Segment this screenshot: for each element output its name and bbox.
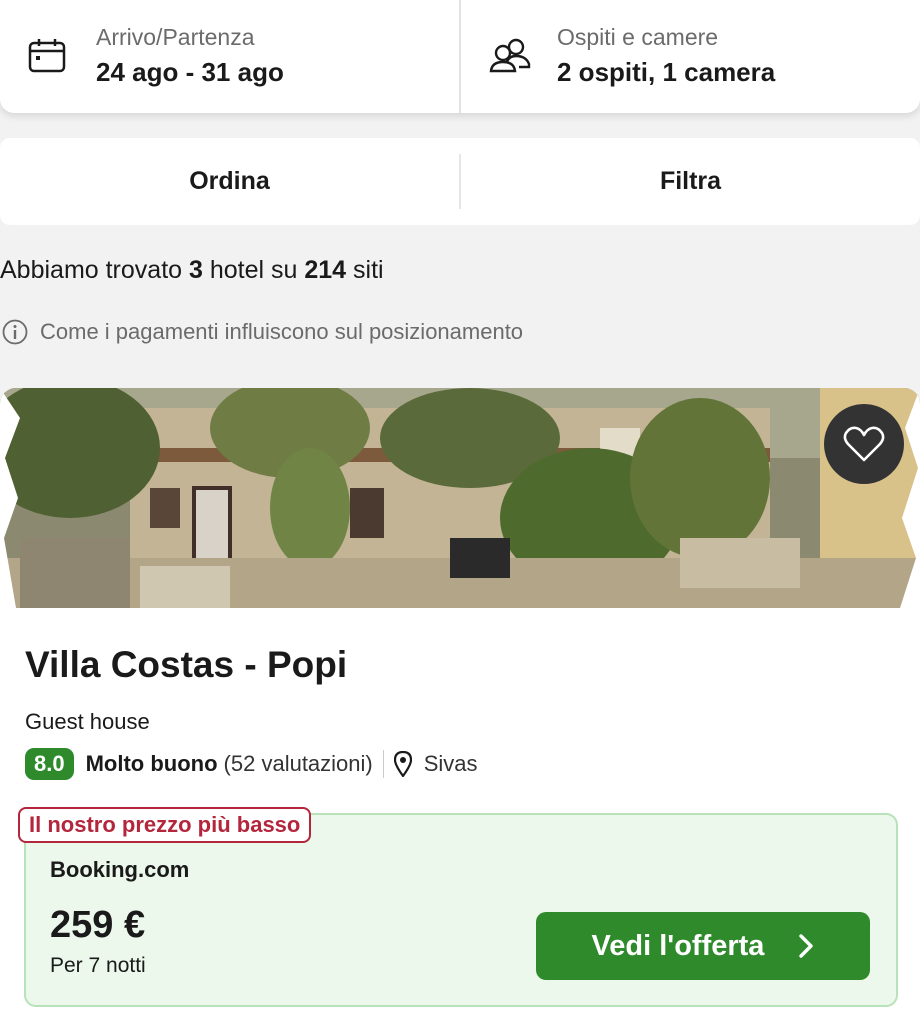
- rating-divider: [382, 750, 384, 778]
- hotel-location[interactable]: Sivas: [424, 751, 478, 777]
- guests-value: 2 ospiti, 1 camera: [557, 57, 776, 87]
- calendar-icon: [28, 38, 68, 79]
- guests-label: Ospiti e camere: [557, 24, 719, 50]
- offer-provider: Booking.com: [50, 857, 190, 882]
- offer-price: 259 €: [50, 904, 146, 946]
- ranking-info-text: Come i pagamenti influiscono sul posizio…: [40, 319, 524, 344]
- map-pin-icon: [393, 751, 412, 777]
- chevron-right-icon: [798, 933, 814, 959]
- results-hotel-count: 3: [189, 256, 203, 284]
- guests-selector[interactable]: Ospiti e camere 2 ospiti, 1 camera: [461, 0, 920, 113]
- ranking-info-link[interactable]: Come i pagamenti influiscono sul posizio…: [2, 319, 523, 345]
- sort-button[interactable]: Ordina: [0, 138, 459, 225]
- results-suffix: siti: [353, 256, 384, 284]
- review-count: (52 valutazioni): [223, 751, 373, 776]
- dates-selector[interactable]: Arrivo/Partenza 24 ago - 31 ago: [0, 0, 461, 113]
- users-icon: [489, 36, 533, 79]
- hotel-name[interactable]: Villa Costas - Popi: [25, 644, 347, 686]
- info-icon: [2, 319, 28, 345]
- filter-button[interactable]: Filtra: [461, 138, 920, 225]
- hotel-photo[interactable]: [0, 388, 920, 608]
- hotel-type: Guest house: [25, 709, 150, 734]
- dates-value: 24 ago - 31 ago: [96, 57, 284, 87]
- results-summary: Abbiamo trovato 3 hotel su 214 siti: [0, 256, 384, 285]
- lowest-price-badge: Il nostro prezzo più basso: [18, 807, 312, 843]
- search-summary-bar: Arrivo/Partenza 24 ago - 31 ago Ospiti e…: [0, 0, 920, 113]
- results-site-count: 214: [304, 256, 347, 284]
- rating-score-badge: 8.0: [25, 748, 74, 780]
- results-middle: hotel su: [209, 256, 298, 284]
- offer-price-note: Per 7 notti: [50, 954, 146, 977]
- rating-label: Molto buono: [85, 751, 218, 776]
- hotel-rating-row: 8.0 Molto buono (52 valutazioni) Sivas: [25, 748, 478, 780]
- results-prefix: Abbiamo trovato: [0, 256, 183, 284]
- heart-icon: [843, 425, 885, 463]
- hotel-card[interactable]: Villa Costas - Popi Guest house 8.0 Molt…: [0, 388, 920, 1028]
- favorite-button[interactable]: [824, 404, 904, 484]
- dates-label: Arrivo/Partenza: [96, 24, 255, 50]
- view-offer-button[interactable]: Vedi l'offerta: [536, 912, 870, 980]
- view-offer-label: Vedi l'offerta: [591, 929, 765, 962]
- sort-filter-bar: Ordina Filtra: [0, 138, 920, 225]
